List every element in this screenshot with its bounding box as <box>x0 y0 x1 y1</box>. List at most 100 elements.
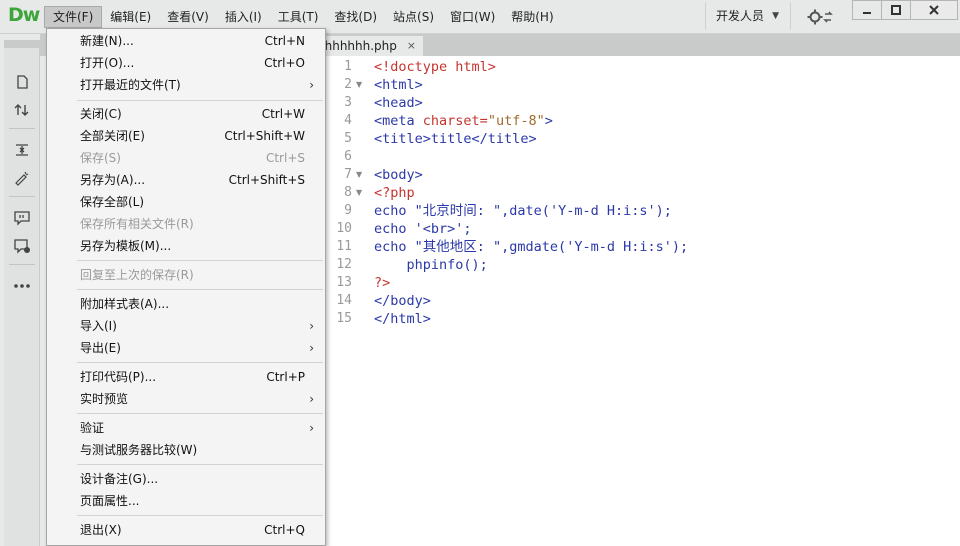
code-line: ?> <box>374 275 391 291</box>
line-number: 15 <box>336 311 352 326</box>
code-line: <body> <box>374 167 423 183</box>
fold-arrow-icon[interactable]: ▼ <box>356 166 362 184</box>
menu-item-revert: 回复至上次的保存(R) <box>80 268 194 282</box>
menu-separator <box>77 100 323 101</box>
code-line: echo "其他地区: ",gmdate('Y-m-d H:i:s'); <box>374 239 689 255</box>
menu-item-design-notes[interactable]: 设计备注(G)... <box>47 468 325 490</box>
menu-site[interactable]: 站点(S) <box>385 6 442 28</box>
close-icon <box>911 1 957 19</box>
more-options-icon[interactable] <box>9 275 35 297</box>
format-code-icon[interactable] <box>9 167 35 189</box>
menu-item-save: 保存(S) Ctrl+S <box>80 151 305 165</box>
line-number-gutter: 1 2 3 4 5 6 7 8 9 10 11 12 13 14 15 ▼ ▼ … <box>326 56 370 546</box>
toolbar-header <box>4 40 40 48</box>
line-number: 11 <box>336 239 352 254</box>
menu-view[interactable]: 查看(V) <box>159 6 217 28</box>
tab-document[interactable]: hhhhhhh.php × <box>317 36 423 56</box>
menu-separator <box>77 464 323 465</box>
chevron-right-icon: › <box>309 341 314 355</box>
menu-separator <box>77 362 323 363</box>
file-menu-dropdown: 新建(N)... Ctrl+N 打开(O)... Ctrl+O 打开最近的文件(… <box>46 28 326 546</box>
close-window-button[interactable] <box>910 0 958 20</box>
menu-item-print-code[interactable]: 打印代码(P)... Ctrl+P <box>47 366 325 388</box>
menu-item-exit[interactable]: 退出(X) Ctrl+Q <box>47 519 325 541</box>
code-line: </html> <box>374 311 431 327</box>
remove-comment-icon[interactable] <box>9 235 35 257</box>
fold-arrow-icon[interactable]: ▼ <box>356 76 362 94</box>
close-tab-icon[interactable]: × <box>407 36 416 56</box>
code-editor[interactable]: 1 2 3 4 5 6 7 8 9 10 11 12 13 14 15 ▼ ▼ … <box>326 56 960 546</box>
expand-collapse-icon[interactable] <box>9 139 35 161</box>
line-number: 3 <box>344 95 352 110</box>
file-transfer-icon[interactable] <box>9 99 35 121</box>
line-number: 6 <box>344 149 352 164</box>
comment-icon[interactable] <box>9 207 35 229</box>
line-number: 7 <box>344 167 352 182</box>
line-number: 2 <box>344 77 352 92</box>
workspace-switcher[interactable]: 开发人员 ▼ <box>705 2 791 30</box>
menu-item-open-recent[interactable]: 打开最近的文件(T) › <box>47 74 325 96</box>
code-line: phpinfo(); <box>374 257 488 273</box>
menu-separator <box>77 289 323 290</box>
chevron-right-icon: › <box>309 319 314 333</box>
line-number: 1 <box>344 59 352 74</box>
maximize-icon <box>882 1 910 19</box>
menu-item-export[interactable]: 导出(E) › <box>47 337 325 359</box>
menu-item-page-properties[interactable]: 页面属性... <box>47 490 325 512</box>
menu-item-attach-stylesheet[interactable]: 附加样式表(A)... <box>47 293 325 315</box>
menu-item-import[interactable]: 导入(I) › <box>47 315 325 337</box>
sync-settings-icon[interactable] <box>806 7 834 27</box>
code-line: <html> <box>374 77 423 93</box>
menu-item-open[interactable]: 打开(O)... Ctrl+O <box>47 52 325 74</box>
menu-separator <box>77 260 323 261</box>
minimize-icon <box>853 1 881 19</box>
dreamweaver-logo: Dw <box>8 4 40 26</box>
maximize-button[interactable] <box>881 0 911 20</box>
menu-item-save-related: 保存所有相关文件(R) <box>80 217 194 231</box>
new-document-icon[interactable] <box>9 71 35 93</box>
menu-tools[interactable]: 工具(T) <box>270 6 327 28</box>
code-line: echo "北京时间: ",date('Y-m-d H:i:s'); <box>374 203 672 219</box>
chevron-down-icon: ▼ <box>772 11 779 21</box>
menu-window[interactable]: 窗口(W) <box>442 6 503 28</box>
menu-item-live-preview[interactable]: 实时预览 › <box>47 388 325 410</box>
line-number: 13 <box>336 275 352 290</box>
line-number: 9 <box>344 203 352 218</box>
line-number: 12 <box>336 257 352 272</box>
toolbar-divider <box>9 196 35 197</box>
toolbar-divider <box>9 264 35 265</box>
menu-item-compare-server[interactable]: 与测试服务器比较(W) <box>47 439 325 461</box>
chevron-right-icon: › <box>309 421 314 435</box>
code-line: <meta charset="utf-8"> <box>374 113 553 129</box>
toolbar-divider <box>9 128 35 129</box>
menu-item-validate[interactable]: 验证 › <box>47 417 325 439</box>
menu-file[interactable]: 文件(F) <box>44 6 103 28</box>
menu-help[interactable]: 帮助(H) <box>503 6 561 28</box>
code-line: <!doctype html> <box>374 59 496 75</box>
menu-bar: 文件(F) 编辑(E) 查看(V) 插入(I) 工具(T) 查找(D) 站点(S… <box>44 6 562 28</box>
menu-insert[interactable]: 插入(I) <box>217 6 270 28</box>
menu-find[interactable]: 查找(D) <box>326 6 385 28</box>
menu-item-close[interactable]: 关闭(C) Ctrl+W <box>47 103 325 125</box>
menu-item-save-as-template[interactable]: 另存为模板(M)... <box>47 235 325 257</box>
code-line: </body> <box>374 293 431 309</box>
menu-edit[interactable]: 编辑(E) <box>102 6 159 28</box>
menu-item-close-all[interactable]: 全部关闭(E) Ctrl+Shift+W <box>47 125 325 147</box>
menu-item-new[interactable]: 新建(N)... Ctrl+N <box>47 30 325 52</box>
fold-arrow-icon[interactable]: ▼ <box>356 184 362 202</box>
code-line: <title>title</title> <box>374 131 537 147</box>
line-number: 5 <box>344 131 352 146</box>
window-controls <box>852 0 958 20</box>
line-number: 10 <box>336 221 352 236</box>
line-number: 14 <box>336 293 352 308</box>
workspace-label: 开发人员 <box>716 9 765 23</box>
line-number: 4 <box>344 113 352 128</box>
code-line: echo '<br>'; <box>374 221 472 237</box>
minimize-button[interactable] <box>852 0 882 20</box>
menu-item-save-as[interactable]: 另存为(A)... Ctrl+Shift+S <box>47 169 325 191</box>
menu-item-save-all[interactable]: 保存全部(L) <box>47 191 325 213</box>
left-toolbar <box>4 40 40 546</box>
menu-separator <box>77 413 323 414</box>
menu-separator <box>77 515 323 516</box>
tab-document-label: hhhhhhh.php <box>317 39 397 53</box>
